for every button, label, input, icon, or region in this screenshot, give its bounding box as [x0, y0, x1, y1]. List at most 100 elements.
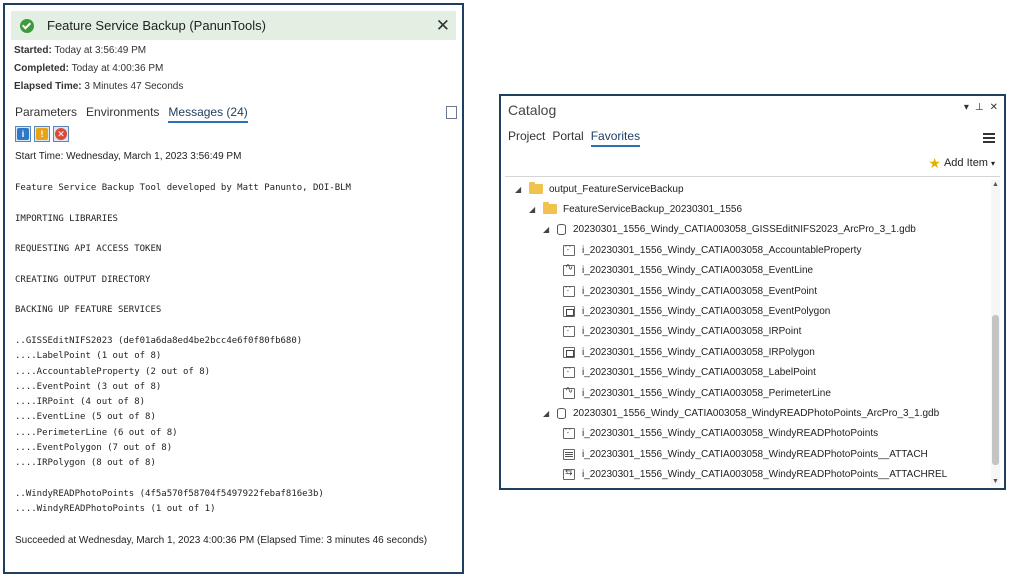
hamburger-menu-icon[interactable]: [983, 133, 995, 143]
log-line: ....EventPolygon (7 out of 8): [15, 443, 173, 454]
tree-item[interactable]: i_20230301_1556_Windy_CATIA003058_IRPoly…: [563, 342, 815, 362]
tree-item[interactable]: ◢ 20230301_1556_Windy_CATIA003058_GISSEdi…: [543, 220, 916, 240]
tree-item[interactable]: i_20230301_1556_Windy_CATIA003058_WindyR…: [563, 465, 947, 485]
divider: [505, 176, 1000, 177]
tree-item[interactable]: ◢ 20230301_1556_Windy_CATIA003058_WindyRE…: [543, 403, 939, 423]
pane-title: Catalog: [508, 102, 557, 118]
catalog-tabs: Project Portal Favorites: [508, 129, 641, 147]
tree-item[interactable]: i_20230301_1556_Windy_CATIA003058_WindyR…: [563, 444, 928, 464]
tab-environments[interactable]: Environments: [86, 105, 159, 123]
vertical-scrollbar[interactable]: ▲ ▼: [991, 180, 1000, 486]
log-line: ....PerimeterLine (6 out of 8): [15, 427, 178, 438]
scroll-up-icon[interactable]: ▲: [991, 180, 1000, 189]
tab-favorites[interactable]: Favorites: [590, 129, 641, 147]
expand-arrow-icon[interactable]: ◢: [543, 409, 553, 418]
scroll-down-icon[interactable]: ▼: [991, 477, 1000, 486]
geoprocessing-details-window: Feature Service Backup (PanunTools) ✕ St…: [3, 3, 464, 574]
success-check-icon: [20, 18, 34, 33]
tree-item-label: i_20230301_1556_Windy_CATIA003058_Accoun…: [582, 244, 862, 256]
succeeded-message: Succeeded at Wednesday, March 1, 2023 4:…: [15, 535, 428, 546]
line-feature-class-icon: [563, 385, 575, 399]
log-line: ....IRPoint (4 out of 8): [15, 397, 146, 408]
tab-parameters[interactable]: Parameters: [15, 105, 77, 123]
tool-title: Feature Service Backup (PanunTools): [47, 18, 266, 33]
info-filter-button[interactable]: i: [15, 126, 31, 142]
table-feature-class-icon: [563, 448, 575, 460]
folder-icon: [543, 202, 557, 215]
started-label: Started:: [14, 45, 52, 56]
tree-item-label: i_20230301_1556_Windy_CATIA003058_EventP…: [582, 305, 831, 317]
copy-icon[interactable]: [443, 106, 457, 123]
start-time-message: Start Time: Wednesday, March 1, 2023 3:5…: [15, 151, 242, 162]
tree-item[interactable]: i_20230301_1556_Windy_CATIA003058_IRPoin…: [563, 322, 801, 342]
catalog-pane: Catalog ▾ ⊥ ✕ Project Portal Favorites ★…: [499, 94, 1006, 490]
tree-item[interactable]: i_20230301_1556_Windy_CATIA003058_LabelP…: [563, 363, 816, 383]
add-item-button[interactable]: ★ Add Item ▾: [928, 156, 995, 170]
close-icon[interactable]: ✕: [436, 16, 450, 36]
log-line: ....EventPoint (3 out of 8): [15, 381, 162, 392]
geodatabase-icon: [557, 407, 566, 419]
tab-messages[interactable]: Messages (24): [168, 105, 248, 123]
log-line: ....LabelPoint (1 out of 8): [15, 351, 162, 362]
point-feature-class-icon: [563, 324, 575, 338]
tree-item-label: i_20230301_1556_Windy_CATIA003058_WindyR…: [582, 428, 879, 440]
point-feature-class-icon: [563, 243, 575, 256]
log-line: ....EventLine (5 out of 8): [15, 412, 156, 423]
tree-item[interactable]: ◢ output_FeatureServiceBackup: [515, 179, 684, 199]
log-line: Feature Service Backup Tool developed by…: [15, 183, 351, 193]
auto-hide-pin-icon[interactable]: ⊥: [975, 102, 984, 113]
tree-item[interactable]: i_20230301_1556_Windy_CATIA003058_Perime…: [563, 383, 831, 403]
rel-feature-class-icon: [563, 467, 575, 481]
tree-item-label: output_FeatureServiceBackup: [549, 183, 684, 195]
tree-item-label: i_20230301_1556_Windy_CATIA003058_IRPoly…: [582, 346, 815, 358]
tree-item-label: i_20230301_1556_Windy_CATIA003058_Perime…: [582, 387, 831, 399]
close-pane-icon[interactable]: ✕: [990, 102, 998, 113]
elapsed-label: Elapsed Time:: [14, 81, 82, 92]
expand-arrow-icon[interactable]: ◢: [543, 225, 553, 234]
log-line: BACKING UP FEATURE SERVICES: [15, 305, 162, 316]
scrollbar-thumb[interactable]: [992, 315, 999, 465]
pane-controls: ▾ ⊥ ✕: [964, 102, 998, 113]
tree-item-label: i_20230301_1556_Windy_CATIA003058_LabelP…: [582, 367, 816, 379]
started-value: Today at 3:56:49 PM: [54, 45, 147, 56]
warning-icon: !: [36, 128, 48, 140]
log-line: IMPORTING LIBRARIES: [15, 213, 118, 224]
tree-item[interactable]: i_20230301_1556_Windy_CATIA003058_EventP…: [563, 281, 817, 301]
tree-item-label: i_20230301_1556_Windy_CATIA003058_EventP…: [582, 285, 817, 297]
error-icon: ✕: [55, 128, 67, 140]
tab-portal[interactable]: Portal: [552, 129, 583, 147]
log-line: ....WindyREADPhotoPoints (1 out of 1): [15, 504, 216, 515]
tool-status-header: Feature Service Backup (PanunTools) ✕: [11, 11, 456, 40]
elapsed-value: 3 Minutes 47 Seconds: [84, 81, 184, 92]
point-feature-class-icon: [563, 426, 575, 440]
pane-options-icon[interactable]: ▾: [964, 102, 969, 113]
point-feature-class-icon: [563, 365, 575, 379]
expand-arrow-icon[interactable]: ◢: [529, 205, 539, 214]
add-item-label: Add Item: [943, 157, 988, 169]
error-filter-button[interactable]: ✕: [53, 126, 69, 142]
message-filter-buttons: i ! ✕: [15, 126, 69, 142]
log-line: ..GISSEditNIFS2023 (def01a6da8ed4be2bcc4…: [15, 335, 303, 346]
tree-item[interactable]: i_20230301_1556_Windy_CATIA003058_Accoun…: [563, 240, 861, 260]
tree-item[interactable]: i_20230301_1556_Windy_CATIA003058_EventP…: [563, 301, 830, 321]
log-line: CREATING OUTPUT DIRECTORY: [15, 274, 151, 285]
warning-filter-button[interactable]: !: [34, 126, 50, 142]
expand-arrow-icon[interactable]: ◢: [515, 185, 525, 194]
tab-project[interactable]: Project: [508, 129, 545, 147]
tree-item-label: 20230301_1556_Windy_CATIA003058_WindyREA…: [573, 407, 940, 419]
tree-item[interactable]: ◢ FeatureServiceBackup_20230301_1556: [529, 199, 742, 219]
completed-row: Completed: Today at 4:00:36 PM: [14, 63, 163, 74]
log-line: ....AccountableProperty (2 out of 8): [15, 366, 211, 377]
geodatabase-icon: [557, 224, 566, 236]
log-line: REQUESTING API ACCESS TOKEN: [15, 244, 162, 255]
elapsed-row: Elapsed Time: 3 Minutes 47 Seconds: [14, 81, 183, 92]
log-line: ..WindyREADPhotoPoints (4f5a570f58704f54…: [15, 488, 324, 499]
tree-item[interactable]: i_20230301_1556_Windy_CATIA003058_WindyR…: [563, 424, 878, 444]
tree-item-label: FeatureServiceBackup_20230301_1556: [563, 203, 743, 215]
tree-item[interactable]: i_20230301_1556_Windy_CATIA003058_EventL…: [563, 261, 813, 281]
